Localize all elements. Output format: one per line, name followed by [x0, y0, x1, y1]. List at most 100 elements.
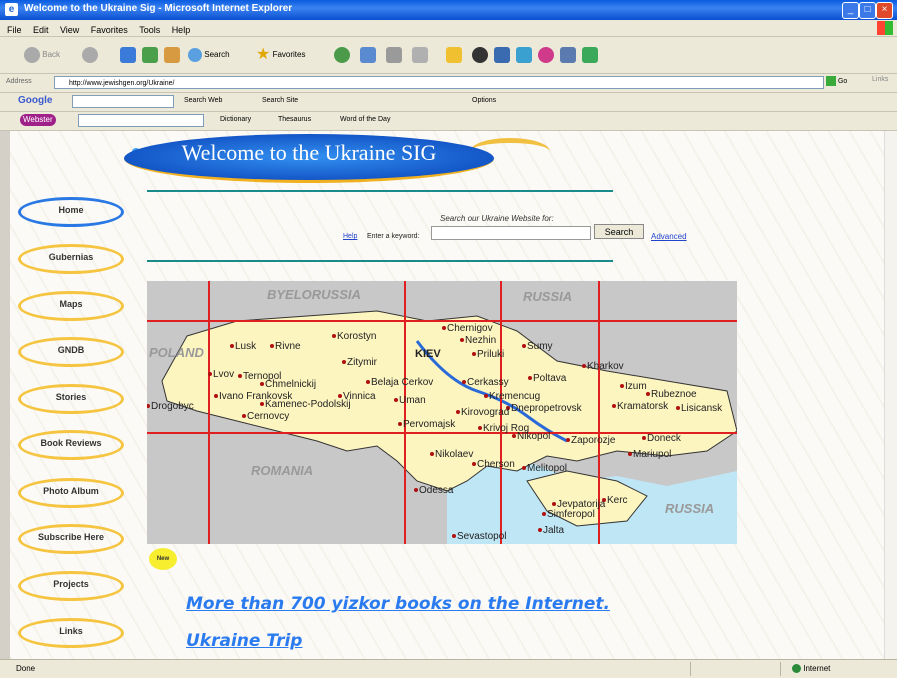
city-label: Cerkassy	[467, 377, 509, 388]
city-label: Priluki	[477, 349, 504, 360]
dictionary-button[interactable]: Dictionary	[220, 116, 251, 123]
vertical-scrollbar[interactable]	[884, 131, 897, 659]
city-label: Kremencug	[489, 391, 540, 402]
nav-photo-album[interactable]: Photo Album	[18, 478, 128, 512]
nav-gndb[interactable]: GNDB	[18, 337, 128, 371]
history-icon[interactable]	[360, 47, 376, 63]
nav-stories[interactable]: Stories	[18, 384, 128, 418]
city-label: Kirovograd	[461, 407, 509, 418]
nav-subscribe[interactable]: Subscribe Here	[18, 524, 128, 558]
menu-edit[interactable]: Edit	[33, 25, 49, 35]
go-button[interactable]: Go	[826, 76, 847, 86]
word-of-day-button[interactable]: Word of the Day	[340, 116, 390, 123]
city-marker	[646, 392, 650, 396]
yizkor-books-link[interactable]: More than 700 yizkor books on the Intern…	[186, 594, 610, 614]
forward-arrow-icon	[82, 46, 98, 63]
forward-button[interactable]	[82, 46, 98, 64]
google-search-input[interactable]	[72, 95, 174, 108]
city-label: Rivne	[275, 341, 301, 352]
city-label: Drogobyc	[151, 401, 194, 412]
divider	[147, 260, 613, 262]
help-link[interactable]: Help	[343, 233, 357, 240]
media-icon[interactable]	[334, 47, 350, 63]
city-marker	[394, 398, 398, 402]
divider	[690, 662, 691, 676]
city-label: Jalta	[543, 525, 565, 536]
nav-label: Subscribe Here	[37, 532, 105, 542]
menu-favorites[interactable]: Favorites	[91, 25, 128, 35]
nav-label: Stories	[55, 392, 87, 402]
search-web-button[interactable]: Search Web	[184, 97, 222, 104]
toolbar-extra-icon[interactable]	[560, 47, 576, 63]
divider	[147, 190, 613, 192]
city-label: Sumy	[527, 341, 553, 352]
links-button[interactable]: Links	[872, 76, 888, 83]
menu-view[interactable]: View	[60, 25, 79, 35]
city-label: Kamenec-Podolskij	[265, 399, 351, 410]
divider	[780, 662, 781, 676]
title-bar: e Welcome to the Ukraine Sig - Microsoft…	[0, 0, 897, 20]
advanced-search-link[interactable]: Advanced	[651, 232, 687, 241]
close-button[interactable]: ×	[876, 2, 893, 19]
toolbar-extra-icon[interactable]	[494, 47, 510, 63]
home-icon[interactable]	[164, 47, 180, 63]
nav-maps[interactable]: Maps	[18, 291, 128, 325]
webster-logo[interactable]: Webster	[20, 114, 56, 126]
favorites-toolbar-button[interactable]: ★ Favorites	[256, 46, 305, 64]
city-marker	[442, 326, 446, 330]
city-marker	[414, 488, 418, 492]
city-marker	[552, 502, 556, 506]
toolbar-extra-icon[interactable]	[582, 47, 598, 63]
ukraine-trip-link[interactable]: Ukraine Trip	[186, 631, 302, 651]
stop-icon[interactable]	[120, 47, 136, 63]
city-label: Korostyn	[337, 331, 376, 342]
toolbar-extra-icon[interactable]	[516, 47, 532, 63]
address-label: Address	[6, 78, 32, 85]
menu-tools[interactable]: Tools	[139, 25, 160, 35]
city-label: Melitopol	[527, 463, 567, 474]
mail-icon[interactable]	[386, 47, 402, 63]
messenger-icon[interactable]	[472, 47, 488, 63]
nav-links[interactable]: Links	[18, 618, 128, 652]
maximize-button[interactable]: □	[859, 2, 876, 19]
webster-search-input[interactable]	[78, 114, 204, 127]
menu-help[interactable]: Help	[172, 25, 191, 35]
status-bar: Done Internet	[0, 659, 897, 678]
nav-book-reviews[interactable]: Book Reviews	[18, 430, 128, 464]
city-marker	[230, 344, 234, 348]
city-marker	[260, 382, 264, 386]
city-marker	[342, 360, 346, 364]
city-marker	[484, 394, 488, 398]
minimize-button[interactable]: _	[842, 2, 859, 19]
search-button[interactable]: Search	[594, 224, 644, 239]
city-marker	[238, 374, 242, 378]
address-input[interactable]: http://www.jewishgen.org/Ukraine/	[54, 76, 824, 89]
city-label: Simferopol	[547, 509, 595, 520]
city-label: Cherson	[477, 459, 515, 470]
search-toolbar-button[interactable]: Search	[188, 46, 230, 64]
city-label: Rubeznoe	[651, 389, 697, 400]
refresh-icon[interactable]	[142, 47, 158, 63]
google-logo[interactable]: Google	[18, 95, 52, 106]
keyword-label: Enter a keyword:	[367, 233, 420, 240]
city-label: Dnepropetrovsk	[511, 403, 583, 414]
ukraine-map[interactable]: BYELORUSSIA RUSSIA POLAND ROMANIA RUSSIA…	[147, 281, 737, 544]
city-label: Lvov	[213, 369, 234, 380]
google-options-button[interactable]: Options	[472, 97, 496, 104]
city-label: Belaja Cerkov	[371, 377, 433, 388]
menu-file[interactable]: File	[7, 25, 22, 35]
print-icon[interactable]	[412, 47, 428, 63]
address-bar: Address http://www.jewishgen.org/Ukraine…	[0, 74, 897, 93]
toolbar-extra-icon[interactable]	[538, 47, 554, 63]
city-label: Chmelnickij	[265, 379, 316, 390]
thesaurus-button[interactable]: Thesaurus	[278, 116, 311, 123]
folder-icon[interactable]	[446, 47, 462, 63]
nav-projects[interactable]: Projects	[18, 571, 128, 605]
back-button[interactable]: Back	[24, 46, 60, 64]
search-input[interactable]	[431, 226, 591, 240]
search-site-button[interactable]: Search Site	[262, 97, 298, 104]
nav-home[interactable]: Home	[18, 197, 128, 231]
nav-gubernias[interactable]: Gubernias	[18, 244, 128, 278]
city-marker	[676, 406, 680, 410]
city-marker	[478, 426, 482, 430]
